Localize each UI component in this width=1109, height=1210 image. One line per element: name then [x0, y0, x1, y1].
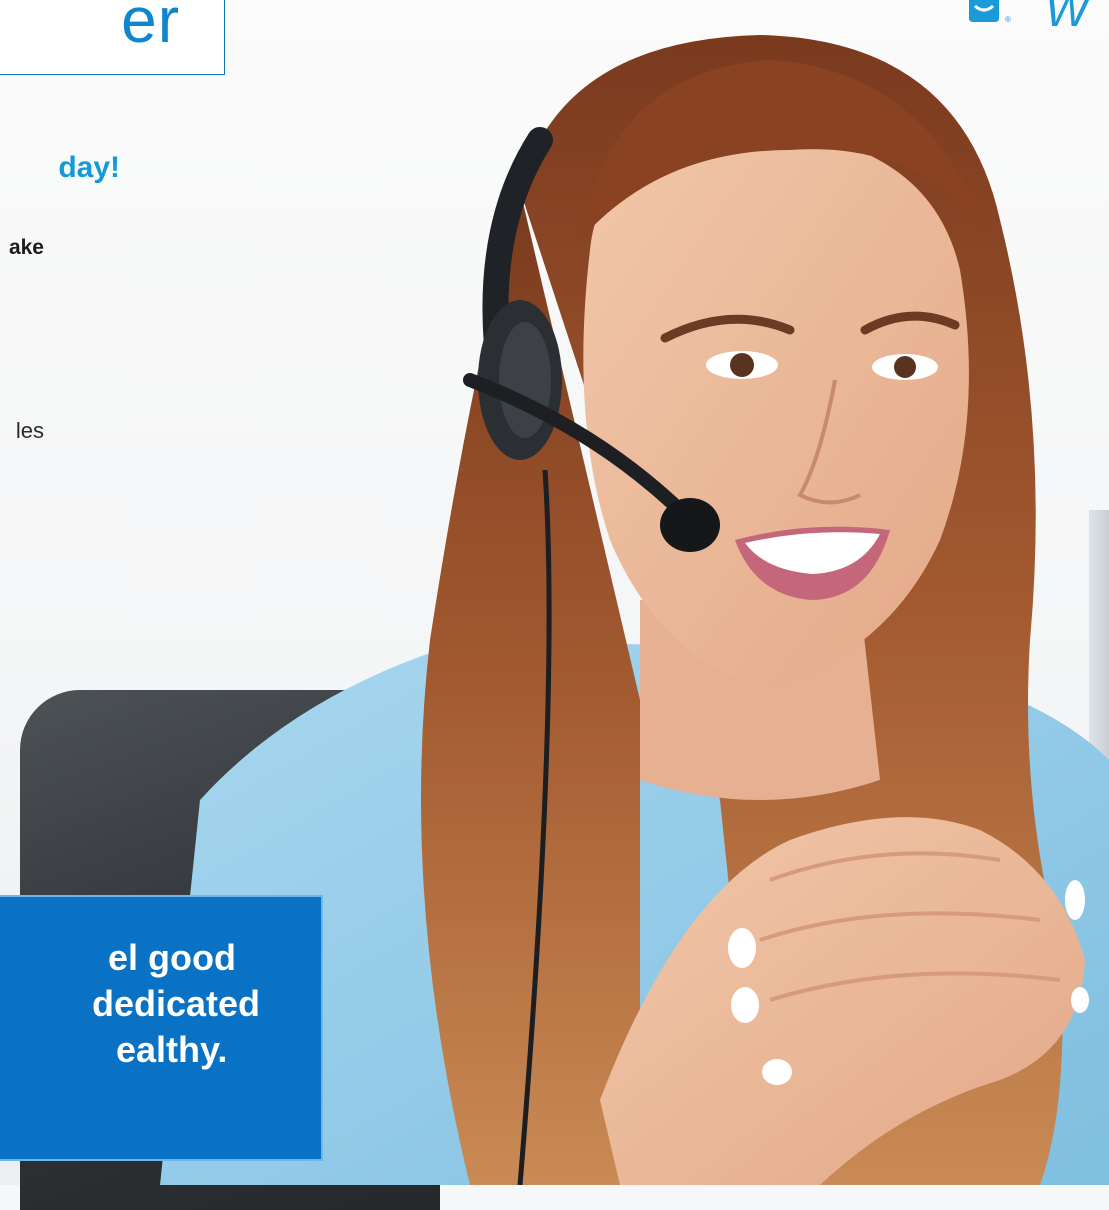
- callout-text: el good dedicated ealthy.: [0, 935, 316, 1073]
- callout-line-3: ealthy.: [116, 1029, 228, 1071]
- callout-box: el good dedicated ealthy.: [0, 895, 323, 1161]
- callout-line-2: dedicated: [92, 983, 261, 1025]
- callout-line-1: el good: [108, 937, 236, 978]
